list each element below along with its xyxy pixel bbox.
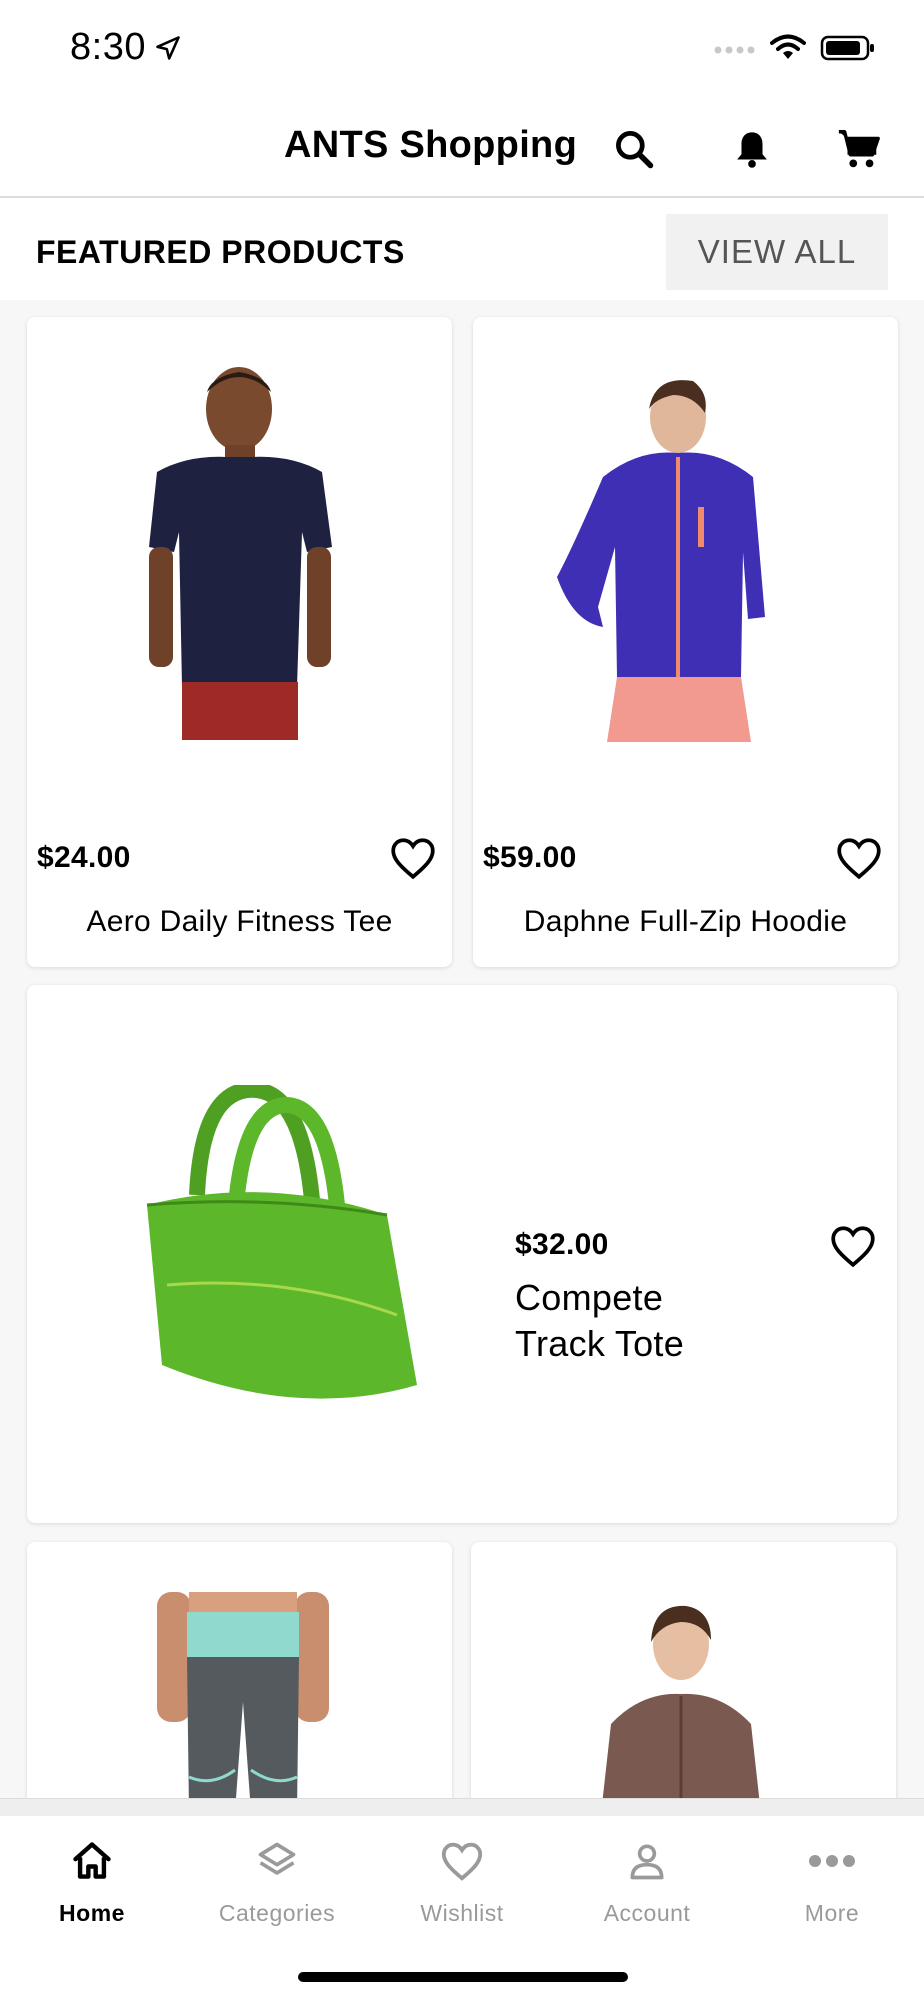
product-name: Daphne Full-Zip Hoodie <box>523 905 848 938</box>
clock-text: 8:30 <box>70 26 146 68</box>
heart-icon <box>441 1842 483 1881</box>
tab-wishlist[interactable]: Wishlist <box>370 1836 554 1946</box>
bell-icon <box>737 132 767 168</box>
more-dots-icon <box>809 1855 855 1867</box>
tab-label: Account <box>603 1900 691 1926</box>
app-header: ANTS Shopping <box>0 100 924 198</box>
location-arrow-icon <box>156 35 180 60</box>
wishlist-heart-icon[interactable] <box>388 833 438 883</box>
battery-icon <box>820 35 874 61</box>
cart-button[interactable] <box>832 122 886 176</box>
status-time: 8:30 <box>70 26 182 69</box>
product-image-hoodie <box>557 380 765 742</box>
signal-icon <box>714 46 755 54</box>
product-name-line-2: Track Tote <box>515 1323 685 1364</box>
product-card-compete-tote[interactable]: $32.00 Compete Track Tote <box>27 985 897 1523</box>
product-image-tote <box>146 1085 417 1399</box>
product-image-jacket <box>602 1605 760 1798</box>
tab-label: More <box>804 1900 860 1926</box>
home-icon <box>73 1842 111 1879</box>
app-title: ANTS Shopping <box>284 124 578 166</box>
search-button[interactable] <box>607 122 661 176</box>
wishlist-heart-icon[interactable] <box>828 1221 878 1271</box>
tab-account[interactable]: Account <box>555 1836 739 1946</box>
product-name: Compete Track Tote <box>515 1275 684 1367</box>
tab-label: Home <box>59 1900 125 1926</box>
product-name: Aero Daily Fitness Tee <box>86 905 393 938</box>
view-all-button[interactable]: VIEW ALL <box>666 214 888 290</box>
product-list[interactable]: $24.00 Aero Daily Fitness Tee $59.00 Dap… <box>0 300 924 1798</box>
tab-more[interactable]: More <box>740 1836 924 1946</box>
tab-label: Wishlist <box>420 1900 504 1926</box>
product-card-leggings[interactable] <box>27 1542 452 1798</box>
section-title: FEATURED PRODUCTS <box>36 234 405 270</box>
status-icons <box>714 34 876 62</box>
product-image-tee <box>149 367 332 740</box>
product-price: $24.00 <box>37 841 131 874</box>
product-price: $59.00 <box>483 841 577 874</box>
wishlist-heart-icon[interactable] <box>834 833 884 883</box>
wifi-icon <box>770 34 806 59</box>
product-name-line-1: Compete <box>515 1277 664 1318</box>
product-card-aero-tee[interactable]: $24.00 Aero Daily Fitness Tee <box>27 317 452 967</box>
status-bar: 8:30 <box>0 0 924 100</box>
notifications-button[interactable] <box>725 122 779 176</box>
tab-home[interactable]: Home <box>0 1836 184 1946</box>
cart-icon <box>838 130 880 168</box>
tab-label: Categories <box>218 1900 336 1926</box>
home-indicator <box>298 1972 628 1982</box>
product-card-jacket[interactable] <box>471 1542 896 1798</box>
product-price: $32.00 <box>515 1228 609 1261</box>
tabbar-separator <box>0 1798 924 1816</box>
tab-categories[interactable]: Categories <box>185 1836 369 1946</box>
search-icon <box>616 131 654 169</box>
person-icon <box>630 1844 664 1880</box>
product-card-daphne-hoodie[interactable]: $59.00 Daphne Full-Zip Hoodie <box>473 317 898 967</box>
product-image-leggings <box>157 1592 329 1798</box>
layers-icon <box>258 1842 296 1875</box>
